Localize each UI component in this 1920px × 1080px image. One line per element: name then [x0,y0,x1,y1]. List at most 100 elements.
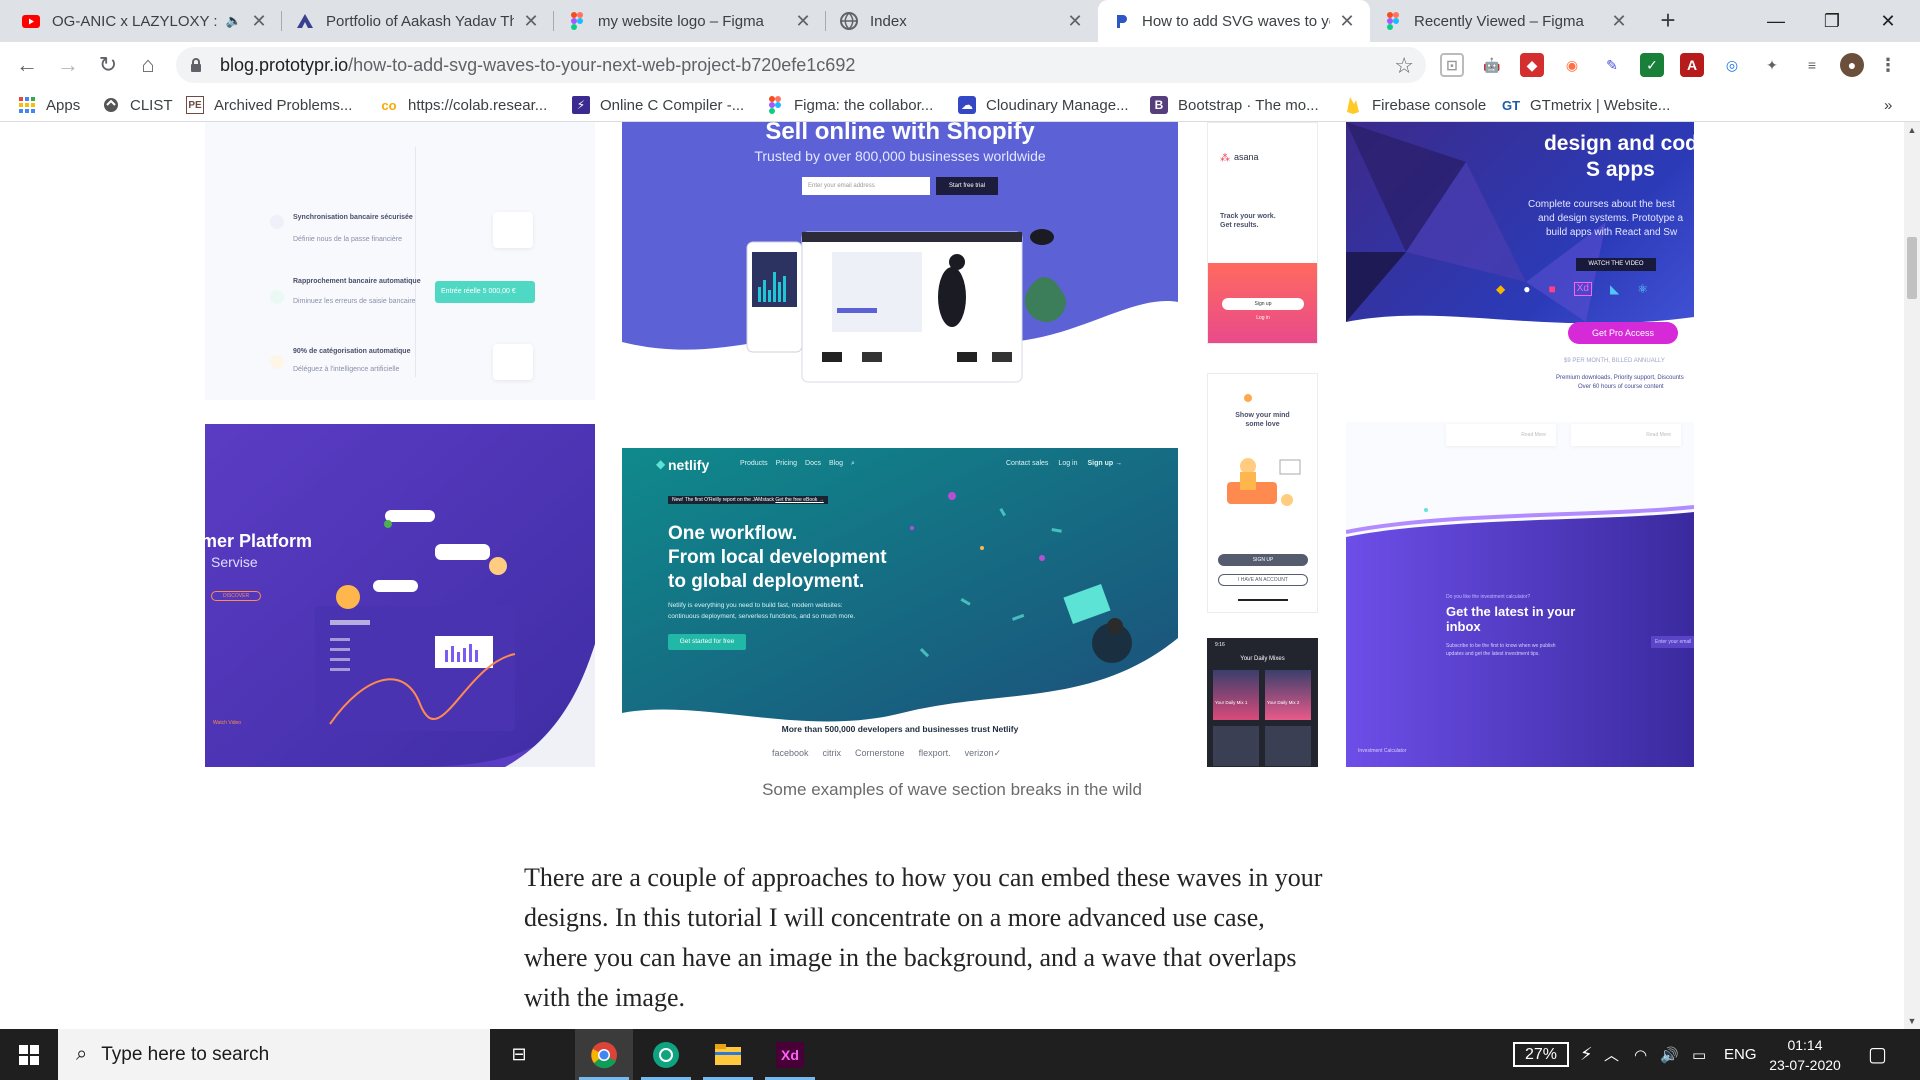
login-link[interactable]: Log in [1058,460,1077,467]
platform-illustration [205,424,595,767]
nav-link[interactable]: Products [740,460,768,468]
taskbar-search-box[interactable]: ⌕ Type here to search [58,1029,490,1080]
person-on-sofa-illustration [1227,458,1301,506]
show-hidden-icons-chevron-icon[interactable]: ︿ [1604,1029,1619,1080]
mindlove-title: Show your mind [1235,412,1290,419]
search-icon[interactable]: ⌕ [851,460,855,468]
nav-link[interactable]: Docs [805,460,821,468]
profile-avatar[interactable]: ● [1840,53,1864,77]
watch-video-link[interactable]: Watch Video [213,720,241,726]
page-scrollbar[interactable]: ▲ ▼ [1904,122,1920,1029]
nav-link[interactable]: Pricing [776,460,797,468]
forward-button[interactable]: → [52,49,84,81]
close-tab-icon[interactable]: ✕ [1338,11,1356,32]
tab-prototypr-active[interactable]: How to add SVG waves to yo ✕ [1098,0,1370,42]
tab-index[interactable]: Index ✕ [826,0,1098,42]
investment-calculator-link[interactable]: Investment Calculator [1358,748,1406,754]
extension-shield-icon[interactable]: ◆ [1520,53,1544,77]
extension-flame-icon[interactable]: ◉ [1560,53,1584,77]
extension-search-icon[interactable]: ◎ [1720,53,1744,77]
close-tab-icon[interactable]: ✕ [794,11,812,32]
bookmark-star-icon[interactable]: ☆ [1394,53,1414,79]
extension-check-icon[interactable]: ✓ [1640,53,1664,77]
extension-pdf-icon[interactable]: A [1680,53,1704,77]
newsletter-body: Subscribe to be the first to know when w… [1446,642,1556,658]
chrome-taskbar-button[interactable] [575,1029,633,1080]
taskbar-clock[interactable]: 01:14 23-07-2020 [1760,1035,1850,1075]
asana-signup-button[interactable]: Sign up [1222,298,1304,310]
new-tab-button[interactable]: + [1653,6,1683,36]
bookmark-colab[interactable]: co https://colab.resear... [380,93,547,117]
speaker-icon[interactable]: 🔈 [226,13,242,29]
tab-figma-logo[interactable]: my website logo – Figma ✕ [554,0,826,42]
bookmark-apps[interactable]: Apps [18,93,80,117]
chatgpt-taskbar-button[interactable] [637,1029,695,1080]
back-button[interactable]: ← [11,49,43,81]
extension-reader-icon[interactable]: ⊡ [1440,53,1464,77]
bookmark-online-c-compiler[interactable]: ⚡ Online C Compiler -... [572,93,744,117]
mindlove-account-button[interactable]: I HAVE AN ACCOUNT [1218,574,1308,586]
bookmark-figma[interactable]: Figma: the collabor... [766,93,933,117]
mindlove-signup-button[interactable]: SIGN UP [1218,554,1308,566]
signup-link[interactable]: Sign up → [1088,460,1123,467]
bootstrap-icon: B [1150,96,1168,114]
lock-icon[interactable] [190,57,206,73]
example-asana-mobile: ⁂ asana Track your work. Get results. Si… [1207,122,1318,344]
youtube-icon [22,12,40,30]
announcement-link[interactable]: Get the free eBook → [775,497,823,503]
get-pro-access-button[interactable]: Get Pro Access [1568,322,1678,344]
close-tab-icon[interactable]: ✕ [1066,11,1084,32]
body-line: Subscribe to be the first to know when w… [1446,643,1556,649]
get-started-button[interactable]: Get started for free [668,634,746,650]
extension-dropper-icon[interactable]: ✎ [1600,53,1624,77]
close-tab-icon[interactable]: ✕ [522,11,540,32]
feature-title: Rapprochement bancaire automatique [293,278,421,285]
bookmark-cloudinary[interactable]: ☁ Cloudinary Manage... [958,93,1129,117]
home-button[interactable]: ⌂ [132,49,164,81]
language-indicator[interactable]: ENG [1724,1029,1757,1080]
close-tab-icon[interactable]: ✕ [250,11,268,32]
bookmark-archived-problems[interactable]: PE Archived Problems... [186,93,352,117]
contact-sales-link[interactable]: Contact sales [1006,460,1048,467]
windows-start-button[interactable] [0,1029,58,1080]
bookmark-label: CLIST [130,96,173,114]
tab-youtube[interactable]: OG-ANIC x LAZYLOXY : t 🔈 ✕ [8,0,282,42]
bookmark-label: Archived Problems... [214,96,353,114]
asana-login-link[interactable]: Log in [1222,315,1304,321]
bookmarks-overflow-button[interactable]: » [1884,93,1892,117]
task-view-icon[interactable]: ⊟ [490,1029,548,1080]
browser-menu-icon[interactable]: ⋮ [1876,53,1900,77]
scroll-down-arrow-icon[interactable]: ▼ [1904,1013,1920,1029]
bookmark-gtmetrix[interactable]: GT GTmetrix | Website... [1502,93,1670,117]
address-bar[interactable]: blog.prototypr.io/how-to-add-svg-waves-t… [176,47,1426,83]
battery-indicator[interactable]: 27% [1513,1042,1569,1067]
close-window-button[interactable]: ✕ [1860,0,1916,42]
bookmark-bootstrap[interactable]: B Bootstrap · The mo... [1150,93,1319,117]
tab-figma-recent[interactable]: Recently Viewed – Figma ✕ [1370,0,1642,42]
restore-button[interactable]: ❐ [1804,0,1860,42]
bookmark-label: GTmetrix | Website... [1530,96,1671,114]
file-explorer-taskbar-button[interactable] [699,1029,757,1080]
watch-video-button[interactable]: WATCH THE VIDEO [1576,258,1656,271]
scrollbar-thumb[interactable] [1907,237,1917,299]
minimize-button[interactable]: — [1748,0,1804,42]
scroll-up-arrow-icon[interactable]: ▲ [1904,122,1920,138]
nav-link[interactable]: Blog [829,460,843,468]
reading-list-icon[interactable]: ≡ [1800,53,1824,77]
close-tab-icon[interactable]: ✕ [1610,11,1628,32]
extensions-puzzle-icon[interactable]: ✦ [1760,53,1784,77]
netlify-headline: One workflow. From local development to … [668,522,887,594]
battery-tray-icon[interactable]: ▭ [1692,1029,1706,1080]
netlify-announcement[interactable]: New! The first O'Reilly report on the JA… [668,496,828,504]
notifications-icon[interactable]: ▢ [1868,1029,1887,1080]
reload-button[interactable]: ↻ [92,49,124,81]
bookmark-firebase[interactable]: Firebase console [1344,93,1486,117]
wifi-icon[interactable]: ◠ [1634,1029,1647,1080]
volume-icon[interactable]: 🔊 [1660,1029,1679,1080]
adobe-xd-taskbar-button[interactable]: Xd [761,1029,819,1080]
tab-portfolio[interactable]: Portfolio of Aakash Yadav The ✕ [282,0,554,42]
bookmark-clist[interactable]: CLIST [102,93,173,117]
extension-robot-icon[interactable]: 🤖 [1480,53,1504,77]
newsletter-email-input[interactable]: Enter your email [1651,636,1694,648]
discover-button[interactable]: DISCOVER [211,591,261,601]
